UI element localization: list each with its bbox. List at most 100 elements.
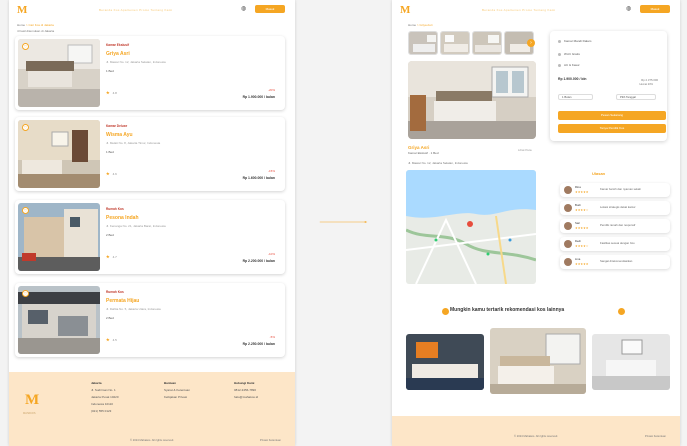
review-stars: ★★★★☆ bbox=[575, 244, 589, 248]
listing-card[interactable]: ♡ Rumah Kos Pesona Indah Jl. Kenanga No.… bbox=[15, 200, 285, 274]
date-select[interactable]: Pilih Tanggal bbox=[616, 94, 656, 100]
footer-line: 0812-3456-7890 bbox=[234, 388, 257, 392]
breadcrumb-home[interactable]: Home bbox=[17, 23, 25, 27]
bath-icon bbox=[558, 39, 561, 43]
avatar bbox=[564, 222, 572, 230]
chevron-right-icon[interactable]: › bbox=[527, 39, 535, 47]
review-card: Budi ★★★★☆ Lokasi strategis dekat kantor bbox=[560, 201, 670, 215]
globe-icon[interactable]: ◍ bbox=[626, 6, 632, 12]
listing-card[interactable]: ♡ Kamar Ekslusif Griya Asri Jl. Mawar No… bbox=[15, 36, 285, 110]
review-text: Sangat direkomendasikan bbox=[600, 259, 633, 263]
listing-price: Rp 2.200.000 / bulan bbox=[242, 259, 275, 263]
globe-icon[interactable]: ◍ bbox=[241, 6, 247, 12]
wifi-icon bbox=[558, 52, 561, 56]
brand-logo[interactable]: M bbox=[400, 4, 410, 16]
facility-label: Wi-Fi Gratis bbox=[564, 52, 580, 56]
login-button[interactable]: Masuk bbox=[640, 5, 670, 13]
recommendation-photo[interactable] bbox=[592, 334, 670, 390]
footer-heading: Hubungi Kami bbox=[234, 381, 255, 385]
footer-logo[interactable]: M bbox=[25, 392, 39, 409]
footer-line: Jl. Sudirman No. 1 bbox=[91, 388, 116, 392]
star-icon: ★ bbox=[106, 90, 110, 95]
listing-name[interactable]: Permata Hijau bbox=[106, 298, 139, 304]
nav-links[interactable]: Beranda Kos Apartemen Promo Tentang Kami bbox=[482, 8, 555, 12]
listing-photo[interactable]: ♡ bbox=[18, 203, 100, 271]
gallery-thumbnail[interactable] bbox=[472, 31, 502, 55]
booking-price: Rp 1.900.000 / bln bbox=[558, 77, 587, 81]
listing-address: Jl. Mawar No. 12, Jakarta Selatan, Indon… bbox=[106, 60, 166, 64]
listing-rating: ★ 4.6 bbox=[106, 171, 117, 176]
review-text: Kamar bersih dan nyaman sekali bbox=[600, 187, 641, 191]
facility-label: AC & Kasur bbox=[564, 63, 580, 67]
footer-line: (021) 555 0123 bbox=[91, 409, 112, 413]
listing-price: Rp 1.600.000 / bulan bbox=[242, 176, 275, 180]
avatar bbox=[564, 258, 572, 266]
listing-discount: -10% bbox=[267, 252, 275, 256]
listing-card[interactable]: ♡ Kamar Deluxe Wisma Ayu Jl. Melati No. … bbox=[15, 117, 285, 191]
nav-links[interactable]: Beranda Kos Apartemen Promo Tentang Kami bbox=[99, 8, 172, 12]
dot-icon bbox=[618, 308, 625, 315]
flow-arrow-icon bbox=[319, 221, 368, 223]
ac-icon bbox=[558, 63, 561, 67]
view-map-link[interactable]: Lihat Peta bbox=[518, 148, 532, 152]
listing-address: Jl. Melati No. 8, Jakarta Timur, Indones… bbox=[106, 141, 161, 145]
book-now-button[interactable]: Pesan Sekarang bbox=[558, 111, 666, 120]
footer-legal-links[interactable]: Privasi Ketentuan bbox=[260, 439, 281, 442]
favorite-icon[interactable]: ♡ bbox=[22, 207, 29, 214]
review-text: Lokasi strategis dekat kantor bbox=[600, 205, 636, 209]
footer-copyright: © 2024 Mahakos. All rights reserved. bbox=[130, 439, 174, 442]
listing-photo[interactable]: ♡ bbox=[18, 286, 100, 354]
footer-link[interactable]: Syarat & Ketentuan bbox=[164, 387, 190, 394]
breadcrumb: Home > Cari Kos di Jakarta bbox=[17, 23, 54, 27]
ask-owner-button[interactable]: Tanya Pemilik Kos bbox=[558, 124, 666, 133]
star-icon: ★ bbox=[106, 254, 110, 259]
gallery-thumbnail[interactable] bbox=[440, 31, 470, 55]
footer-link[interactable]: Kebijakan Privasi bbox=[164, 394, 190, 401]
footer-link[interactable]: halo@mahakos.id bbox=[234, 394, 258, 401]
breadcrumb-current: > Cari Kos di Jakarta bbox=[25, 23, 54, 27]
property-name: Griya Asri bbox=[408, 145, 430, 150]
recommendation-photo[interactable] bbox=[490, 328, 586, 394]
listing-rating-value: 4.6 bbox=[112, 172, 117, 176]
recommendation-photo[interactable] bbox=[406, 334, 484, 390]
location-map[interactable] bbox=[406, 170, 536, 284]
breadcrumb-current: > Griya Asri bbox=[416, 23, 433, 27]
favorite-icon[interactable]: ♡ bbox=[22, 290, 29, 297]
gallery-thumbnail[interactable] bbox=[408, 31, 438, 55]
listing-photo[interactable]: ♡ bbox=[18, 120, 100, 188]
review-stars: ★★★★★ bbox=[575, 226, 589, 230]
facility-item: Wi-Fi Gratis bbox=[558, 52, 580, 56]
login-button[interactable]: Masuk bbox=[255, 5, 285, 13]
facility-label: Kamar Mandi Dalam bbox=[564, 39, 592, 43]
listing-rating-value: 4.7 bbox=[112, 255, 117, 259]
listing-rating: ★ 4.5 bbox=[106, 337, 117, 342]
duration-select[interactable]: 1 Bulan bbox=[558, 94, 593, 100]
footer-col-contact: Hubungi Kami 0812-3456-7890 halo@mahakos… bbox=[234, 380, 258, 401]
review-stars: ★★★★★ bbox=[575, 262, 589, 266]
listing-photo[interactable]: ♡ bbox=[18, 39, 100, 107]
listing-name[interactable]: Wisma Ayu bbox=[106, 132, 133, 138]
listing-card[interactable]: ♡ Rumah Kos Permata Hijau Jl. Dahlia No.… bbox=[15, 283, 285, 357]
detail-page: M Beranda Kos Apartemen Promo Tentang Ka… bbox=[392, 0, 680, 446]
facility-item: AC & Kasur bbox=[558, 63, 580, 67]
main-photo[interactable] bbox=[408, 61, 536, 139]
review-stars: ★★★★☆ bbox=[575, 208, 589, 212]
reviewer-name: Lina bbox=[575, 257, 581, 261]
property-address: Jl. Mawar No. 12, Jakarta Selatan, Indon… bbox=[408, 161, 468, 165]
brand-logo[interactable]: M bbox=[17, 4, 27, 16]
breadcrumb-home[interactable]: Home bbox=[408, 23, 416, 27]
listing-unit: 2 Bed bbox=[106, 316, 114, 320]
footer-legal-links[interactable]: Privasi Ketentuan bbox=[645, 435, 666, 438]
listing-type: Kamar Ekslusif bbox=[106, 43, 130, 47]
favorite-icon[interactable]: ♡ bbox=[22, 124, 29, 131]
listing-rating: ★ 4.8 bbox=[106, 90, 117, 95]
listing-discount: -20% bbox=[267, 88, 275, 92]
review-text: Pemilik ramah dan responsif bbox=[600, 223, 636, 227]
favorite-icon[interactable]: ♡ bbox=[22, 43, 29, 50]
dot-icon bbox=[442, 308, 449, 315]
reviewer-name: Sari bbox=[575, 221, 580, 225]
footer-heading: Bantuan bbox=[164, 381, 176, 385]
listing-type: Kamar Deluxe bbox=[106, 124, 128, 128]
listing-name[interactable]: Pesona Indah bbox=[106, 215, 139, 221]
listing-name[interactable]: Griya Asri bbox=[106, 51, 130, 57]
